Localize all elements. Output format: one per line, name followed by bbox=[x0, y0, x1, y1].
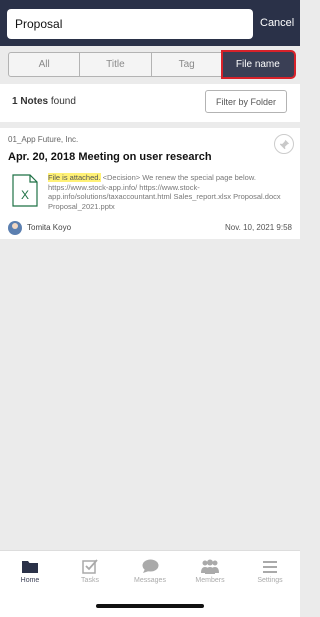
snippet-highlight: File is attached. bbox=[48, 173, 101, 182]
segment-title[interactable]: Title bbox=[80, 52, 152, 77]
people-icon bbox=[201, 559, 219, 574]
tab-label: Messages bbox=[134, 577, 166, 584]
tab-home[interactable]: Home bbox=[0, 559, 60, 584]
tab-settings[interactable]: Settings bbox=[240, 559, 300, 584]
results-bar: 1 Notes found Filter by Folder bbox=[0, 84, 300, 122]
folder-icon bbox=[22, 561, 38, 573]
checkbox-icon bbox=[82, 559, 98, 574]
chat-bubble-icon bbox=[142, 559, 158, 573]
svg-text:X: X bbox=[21, 188, 29, 202]
tab-label: Home bbox=[20, 577, 40, 584]
search-header: Cancel bbox=[0, 0, 300, 46]
pin-button[interactable] bbox=[274, 134, 294, 154]
search-input[interactable] bbox=[7, 9, 253, 39]
segment-file-name[interactable]: File name bbox=[222, 52, 294, 77]
filter-by-folder-button[interactable]: Filter by Folder bbox=[205, 90, 287, 113]
cancel-button[interactable]: Cancel bbox=[260, 17, 294, 29]
results-count-number: 1 Notes bbox=[12, 96, 49, 107]
tab-label: Members bbox=[195, 577, 225, 584]
note-title: Apr. 20, 2018 Meeting on user research bbox=[8, 151, 212, 163]
tab-label: Tasks bbox=[81, 577, 99, 584]
search-scope-segments: All Title Tag File name bbox=[8, 52, 294, 77]
excel-file-icon: X bbox=[12, 174, 38, 207]
segment-tag[interactable]: Tag bbox=[151, 52, 223, 77]
pin-icon bbox=[279, 139, 289, 149]
tab-label: Settings bbox=[257, 577, 283, 584]
note-date: Nov. 10, 2021 9:58 bbox=[224, 223, 292, 232]
home-indicator[interactable] bbox=[96, 604, 204, 608]
note-author: Tomita Koyo bbox=[27, 223, 72, 232]
note-list-item[interactable]: 01_App Future, Inc. Apr. 20, 2018 Meetin… bbox=[0, 128, 300, 239]
note-folder: 01_App Future, Inc. bbox=[8, 135, 79, 144]
tab-tasks[interactable]: Tasks bbox=[60, 559, 120, 584]
segment-all[interactable]: All bbox=[8, 52, 81, 77]
menu-icon bbox=[263, 561, 277, 573]
author-avatar bbox=[8, 221, 22, 235]
note-snippet: File is attached. <Decision> We renew th… bbox=[48, 173, 293, 211]
search-box[interactable] bbox=[7, 9, 253, 39]
tab-messages[interactable]: Messages bbox=[120, 559, 180, 584]
results-count-suffix: found bbox=[50, 96, 76, 107]
tab-members[interactable]: Members bbox=[180, 559, 240, 584]
results-count: 1 Notes found bbox=[12, 96, 76, 107]
